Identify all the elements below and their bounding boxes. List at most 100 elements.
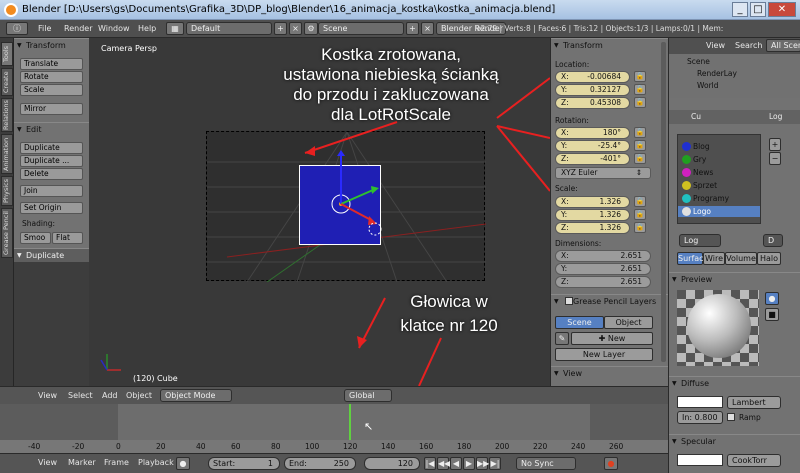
material-slot[interactable]: News [678,167,760,178]
properties-scrollbar[interactable] [661,42,666,362]
ramp-checkbox[interactable] [727,413,735,421]
transform-orientation-dropdown[interactable]: Global [344,389,392,402]
sync-mode-dropdown[interactable]: No Sync [516,457,576,470]
scale-button[interactable]: Scale [20,84,83,96]
preview-header[interactable]: ▼ Preview [669,272,800,286]
screen-layout-field[interactable]: Default [186,22,272,35]
n-transform-header[interactable]: ▼ Transform [551,38,669,52]
lock-icon[interactable]: 🔒 [634,71,646,82]
tab-relations[interactable]: Relations [1,98,13,132]
breadcrumb-object[interactable]: Cu [691,112,701,121]
interaction-mode-dropdown[interactable]: Object Mode [160,389,232,402]
duplicate-operator-header[interactable]: ▼ Duplicate [14,248,89,262]
maximize-button[interactable]: □ [750,2,766,17]
play-reverse-icon[interactable]: ◀ [450,457,462,470]
material-slot-active[interactable]: Logo [678,206,760,217]
diffuse-color-swatch[interactable] [677,396,723,408]
menu-add[interactable]: Add [102,391,118,400]
dimension-z-field[interactable]: Z: 2.651 [555,276,651,288]
jump-end-icon[interactable]: ▶| [489,457,501,470]
menu-select[interactable]: Select [68,391,93,400]
specular-color-swatch[interactable] [677,454,723,466]
diffuse-shader-dropdown[interactable]: Lambert [727,396,781,409]
lock-icon[interactable]: 🔒 [634,84,646,95]
tab-physics[interactable]: Physics [1,176,13,206]
location-z-field[interactable]: Z: 0.45308 [555,97,630,109]
view-panel-header[interactable]: ▼ View [551,366,669,380]
transform-panel-header[interactable]: ▼ Transform [14,38,89,52]
current-frame-field[interactable]: 120 [364,457,420,470]
scene-add-button[interactable]: + [406,22,419,35]
location-x-field[interactable]: X: -0.00684 [555,71,630,83]
menu-playback[interactable]: Playback [138,458,174,467]
tab-create[interactable]: Create [1,68,13,96]
grease-tab-object[interactable]: Object [604,316,653,329]
outliner-display-mode[interactable]: All Scen [766,39,800,52]
material-data-button[interactable]: D [763,234,783,247]
tab-animation[interactable]: Animation [1,134,13,174]
y-axis-arrow[interactable] [340,189,374,205]
lock-icon[interactable]: 🔒 [634,97,646,108]
scale-z-field[interactable]: Z: 1.326 [555,222,630,234]
preview-cube-icon[interactable]: ■ [765,308,779,321]
smooth-shading-button[interactable]: Smoo [20,232,51,244]
material-slot[interactable]: Sprzet [678,180,760,191]
diffuse-intensity-field[interactable]: In: 0.800 [677,411,723,424]
outliner-item-world[interactable]: World [697,81,719,90]
editor-type-info-icon[interactable]: ⓘ [6,22,28,35]
rotate-button[interactable]: Rotate [20,71,83,83]
breadcrumb-material[interactable]: Log [769,112,782,121]
scene-field[interactable]: Scene [318,22,404,35]
layout-icon[interactable]: ▦ [166,22,184,35]
tab-grease-pencil[interactable]: Grease Pencil [1,208,13,258]
3d-viewport[interactable]: Camera Persp Kostka zrotowana, ustawiona… [89,38,550,386]
rotation-y-field[interactable]: Y: -25.4° [555,140,630,152]
scene-close-icon[interactable]: × [421,22,434,35]
scale-x-field[interactable]: X: 1.326 [555,196,630,208]
duplicate-button[interactable]: Duplicate [20,142,83,154]
grease-tab-scene[interactable]: Scene [555,316,604,329]
tab-tools[interactable]: Tools [1,42,13,66]
pencil-icon[interactable]: ✎ [555,332,569,345]
outliner-item-renderlayers[interactable]: RenderLay [697,69,737,78]
add-slot-button[interactable]: + [769,138,781,151]
lock-icon[interactable]: 🔒 [634,209,646,220]
outliner-menu-search[interactable]: Search [735,41,762,50]
edit-panel-header[interactable]: ▼ Edit [14,122,89,136]
lock-icon[interactable]: 🔒 [634,127,646,138]
flat-shading-button[interactable]: Flat [52,232,83,244]
play-icon[interactable]: ▶ [463,457,475,470]
lock-icon[interactable]: 🔒 [634,196,646,207]
dimension-y-field[interactable]: Y: 2.651 [555,263,651,275]
material-slot[interactable]: Programy [678,193,760,204]
new-grease-button[interactable]: ✚ New [571,332,653,345]
menu-window[interactable]: Window [98,24,130,33]
rotation-x-field[interactable]: X: 180° [555,127,630,139]
diffuse-header[interactable]: ▼ Diffuse [669,376,800,390]
specular-header[interactable]: ▼ Specular [669,434,800,448]
jump-start-icon[interactable]: |◀ [424,457,436,470]
grease-pencil-checkbox[interactable] [565,297,573,305]
current-frame-playhead[interactable] [349,404,351,440]
record-icon[interactable]: ● [176,457,190,470]
preview-tab-wire[interactable]: Wire [703,252,725,265]
translate-button[interactable]: Translate [20,58,83,70]
menu-help[interactable]: Help [138,24,156,33]
lock-icon[interactable]: 🔒 [634,153,646,164]
menu-file[interactable]: File [38,24,51,33]
preview-tab-surface[interactable]: Surface [677,252,708,265]
close-button[interactable]: ✕ [768,2,796,17]
outliner-item-scene[interactable]: Scene [687,57,710,66]
delete-button[interactable]: Delete [20,168,83,180]
preview-sphere-icon[interactable]: ● [765,292,779,305]
rotation-mode-dropdown[interactable]: XYZ Euler ⇕ [555,167,651,179]
menu-marker[interactable]: Marker [68,458,96,467]
prev-keyframe-icon[interactable]: ◀◀ [437,457,450,470]
menu-object[interactable]: Object [126,391,152,400]
specular-shader-dropdown[interactable]: CookTorr [727,454,781,467]
location-y-field[interactable]: Y: 0.32127 [555,84,630,96]
duplicate-linked-button[interactable]: Duplicate ... [20,155,83,167]
next-keyframe-icon[interactable]: ▶▶ [476,457,489,470]
remove-slot-button[interactable]: − [769,152,781,165]
dimension-x-field[interactable]: X: 2.651 [555,250,651,262]
